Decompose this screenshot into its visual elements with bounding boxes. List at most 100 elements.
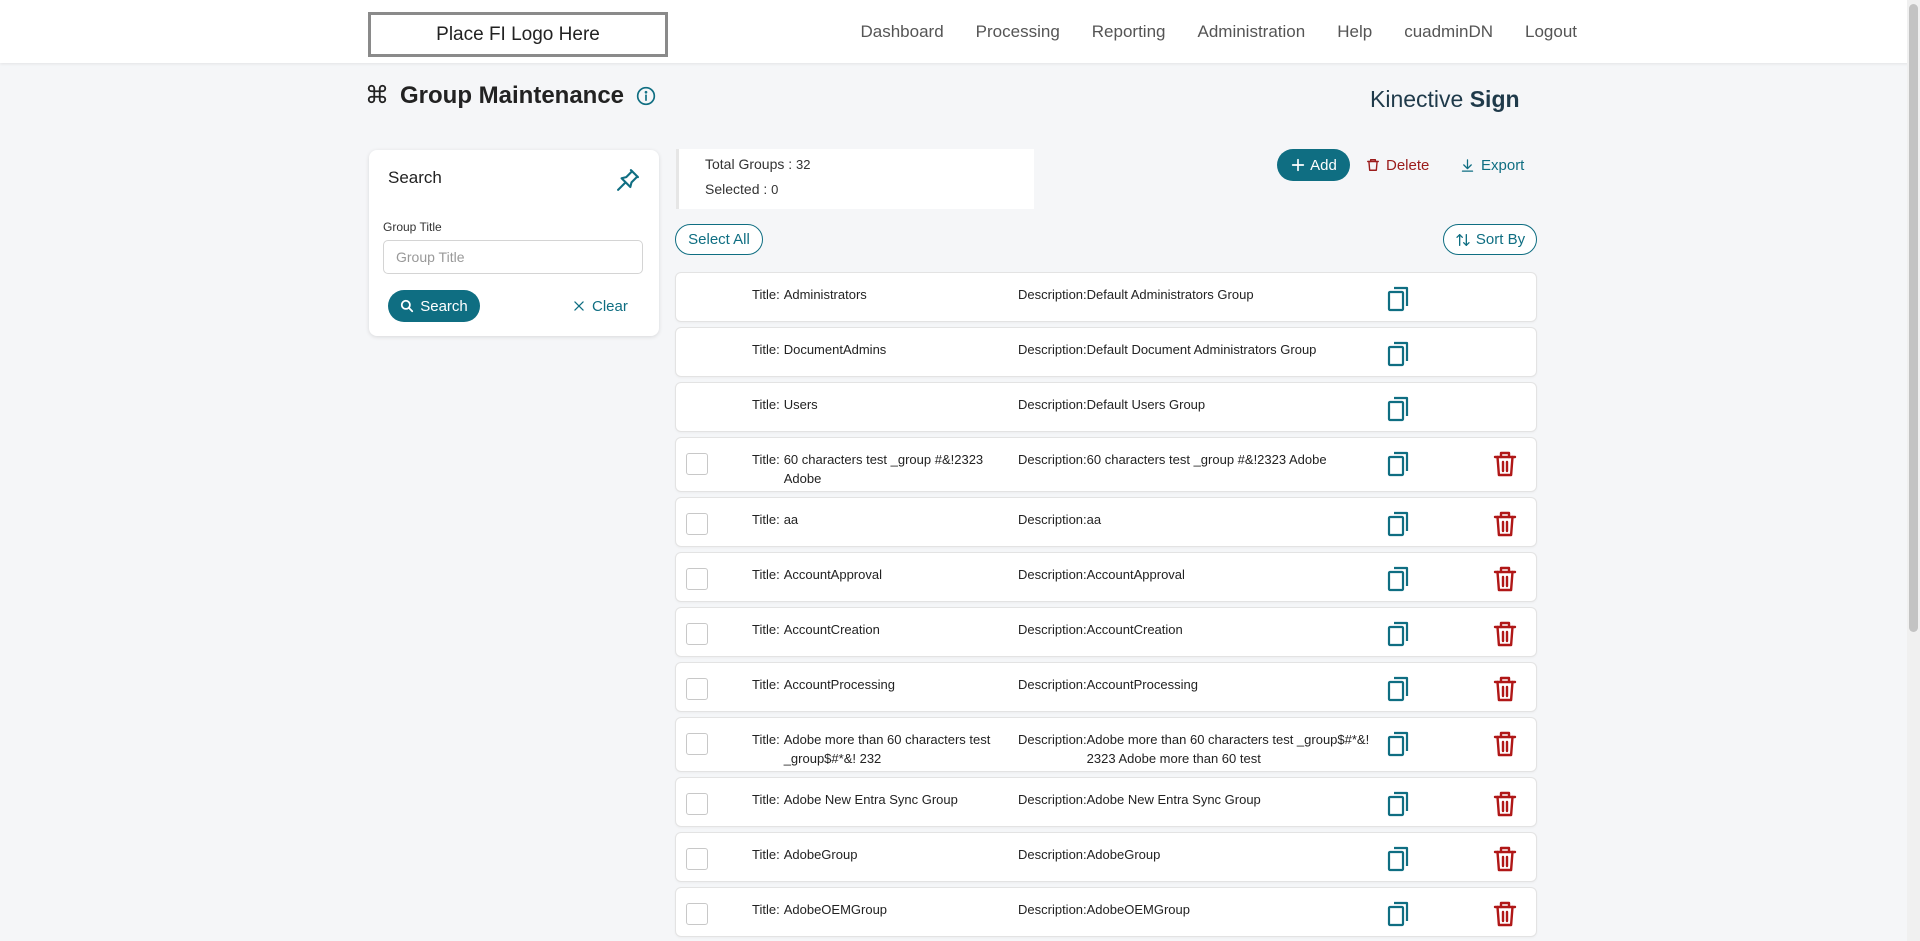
description-prefix: Description: bbox=[1018, 792, 1087, 807]
delete-button[interactable]: Delete bbox=[1366, 149, 1429, 181]
group-title-text: AccountCreation bbox=[783, 622, 880, 637]
clear-button[interactable]: Clear bbox=[572, 290, 628, 322]
row-checkbox[interactable] bbox=[686, 678, 708, 700]
description-prefix: Description: bbox=[1018, 512, 1087, 527]
total-groups-label: Total Groups : bbox=[705, 156, 797, 172]
row-checkbox[interactable] bbox=[686, 793, 708, 815]
nav-logout[interactable]: Logout bbox=[1525, 22, 1577, 42]
copy-icon[interactable] bbox=[1386, 286, 1410, 317]
group-row[interactable]: Title: AccountProcessing Description: Accou… bbox=[675, 662, 1537, 712]
copy-icon[interactable] bbox=[1386, 901, 1410, 932]
sort-by-button[interactable]: Sort By bbox=[1443, 224, 1537, 255]
row-checkbox[interactable] bbox=[686, 513, 708, 535]
group-title-text: AdobeGroup bbox=[783, 847, 858, 862]
nav-processing[interactable]: Processing bbox=[976, 22, 1060, 42]
group-row[interactable]: Title: AccountApproval Description: Account… bbox=[675, 552, 1537, 602]
page-title: Group Maintenance bbox=[400, 82, 625, 109]
group-title-cell: Title: Users bbox=[752, 395, 1007, 414]
page-scrollbar[interactable] bbox=[1907, 0, 1920, 941]
row-checkbox[interactable] bbox=[686, 848, 708, 870]
download-icon bbox=[1461, 158, 1474, 172]
row-checkbox[interactable] bbox=[686, 453, 708, 475]
trash-icon[interactable] bbox=[1493, 621, 1517, 652]
group-title-text: AccountProcessing bbox=[783, 677, 895, 692]
trash-icon[interactable] bbox=[1493, 901, 1517, 932]
pin-icon[interactable] bbox=[614, 166, 642, 199]
trash-icon[interactable] bbox=[1493, 791, 1517, 822]
group-row[interactable]: Title: Users Description: Default Users Gro… bbox=[675, 382, 1537, 432]
trash-icon[interactable] bbox=[1493, 566, 1517, 597]
group-description-text: Default Administrators Group bbox=[1086, 287, 1254, 302]
select-all-button[interactable]: Select All bbox=[675, 224, 763, 255]
group-description-cell: Description: Adobe New Entra Sync Group bbox=[1018, 790, 1383, 809]
group-title-text: AccountApproval bbox=[783, 567, 882, 582]
trash-icon bbox=[1367, 159, 1379, 171]
group-row[interactable]: Title: aa Description: aa bbox=[675, 497, 1537, 547]
group-title-input[interactable] bbox=[383, 240, 643, 274]
group-summary: Total Groups : 32 Selected : 0 bbox=[676, 149, 1034, 209]
group-description-text: Default Users Group bbox=[1086, 397, 1206, 412]
group-title-cell: Title: DocumentAdmins bbox=[752, 340, 1007, 359]
group-list: Title: Administrators Description: Default … bbox=[675, 272, 1537, 941]
group-row[interactable]: Title: AccountCreation Description: Account… bbox=[675, 607, 1537, 657]
group-row[interactable]: Title: 60 characters test _group #&!2323 … bbox=[675, 437, 1537, 492]
title-prefix: Title: bbox=[752, 342, 780, 357]
copy-icon[interactable] bbox=[1386, 846, 1410, 877]
nav-administration[interactable]: Administration bbox=[1198, 22, 1306, 42]
group-description-cell: Description: AdobeGroup bbox=[1018, 845, 1383, 864]
close-icon bbox=[574, 301, 584, 311]
copy-icon[interactable] bbox=[1386, 341, 1410, 372]
copy-icon[interactable] bbox=[1386, 731, 1410, 762]
row-checkbox[interactable] bbox=[686, 568, 708, 590]
group-title-text: DocumentAdmins bbox=[783, 342, 887, 357]
trash-icon[interactable] bbox=[1493, 511, 1517, 542]
group-row[interactable]: Title: AdobeGroup Description: AdobeGroup bbox=[675, 832, 1537, 882]
copy-icon[interactable] bbox=[1386, 396, 1410, 427]
search-button[interactable]: Search bbox=[388, 290, 480, 322]
group-title-text: Users bbox=[783, 397, 818, 412]
total-groups: Total Groups : 32 bbox=[705, 156, 811, 172]
copy-icon[interactable] bbox=[1386, 566, 1410, 597]
group-description-text: AccountProcessing bbox=[1086, 677, 1198, 692]
group-description-text: AccountCreation bbox=[1086, 622, 1183, 637]
group-description-text: 60 characters test _group #&!2323 Adobe bbox=[1086, 452, 1327, 467]
copy-icon[interactable] bbox=[1386, 451, 1410, 482]
group-description-cell: Description: AccountApproval bbox=[1018, 565, 1383, 584]
group-row[interactable]: Title: Adobe New Entra Sync Group Descript… bbox=[675, 777, 1537, 827]
copy-icon[interactable] bbox=[1386, 791, 1410, 822]
trash-icon[interactable] bbox=[1493, 451, 1517, 482]
group-title-cell: Title: AdobeOEMGroup bbox=[752, 900, 1007, 919]
search-panel: Search Group Title Search Clear bbox=[369, 150, 659, 336]
copy-icon[interactable] bbox=[1386, 676, 1410, 707]
group-row[interactable]: Title: AdobeOEMGroup Description: AdobeOEMG… bbox=[675, 887, 1537, 937]
trash-icon[interactable] bbox=[1493, 846, 1517, 877]
trash-icon[interactable] bbox=[1493, 731, 1517, 762]
nav-reporting[interactable]: Reporting bbox=[1092, 22, 1166, 42]
sort-by-label: Sort By bbox=[1475, 231, 1526, 248]
row-checkbox[interactable] bbox=[686, 623, 708, 645]
nav-user-menu[interactable]: cuadminDN bbox=[1404, 22, 1493, 42]
group-row[interactable]: Title: Administrators Description: Default … bbox=[675, 272, 1537, 322]
group-row[interactable]: Title: DocumentAdmins Description: Default … bbox=[675, 327, 1537, 377]
nav-help[interactable]: Help bbox=[1337, 22, 1372, 42]
row-checkbox[interactable] bbox=[686, 903, 708, 925]
group-title-cell: Title: AccountProcessing bbox=[752, 675, 1007, 694]
trash-icon[interactable] bbox=[1493, 676, 1517, 707]
copy-icon[interactable] bbox=[1386, 511, 1410, 542]
brand-light-text: Kinective bbox=[1370, 86, 1470, 112]
main-nav: Dashboard Processing Reporting Administr… bbox=[861, 0, 1578, 63]
group-row[interactable]: Title: Adobe more than 60 characters test… bbox=[675, 717, 1537, 772]
copy-icon[interactable] bbox=[1386, 621, 1410, 652]
group-title-cell: Title: AdobeGroup bbox=[752, 845, 1007, 864]
nav-dashboard[interactable]: Dashboard bbox=[861, 22, 944, 42]
info-icon[interactable] bbox=[636, 86, 656, 106]
scrollbar-thumb[interactable] bbox=[1909, 4, 1918, 632]
title-prefix: Title: bbox=[752, 622, 780, 637]
export-button[interactable]: Export bbox=[1460, 149, 1524, 181]
add-button[interactable]: Add bbox=[1277, 149, 1350, 181]
row-checkbox[interactable] bbox=[686, 733, 708, 755]
group-description-text: Default Document Administrators Group bbox=[1086, 342, 1317, 357]
total-groups-value: 32 bbox=[796, 157, 811, 172]
plus-icon bbox=[1291, 158, 1305, 172]
group-description-text: AdobeOEMGroup bbox=[1086, 902, 1190, 917]
